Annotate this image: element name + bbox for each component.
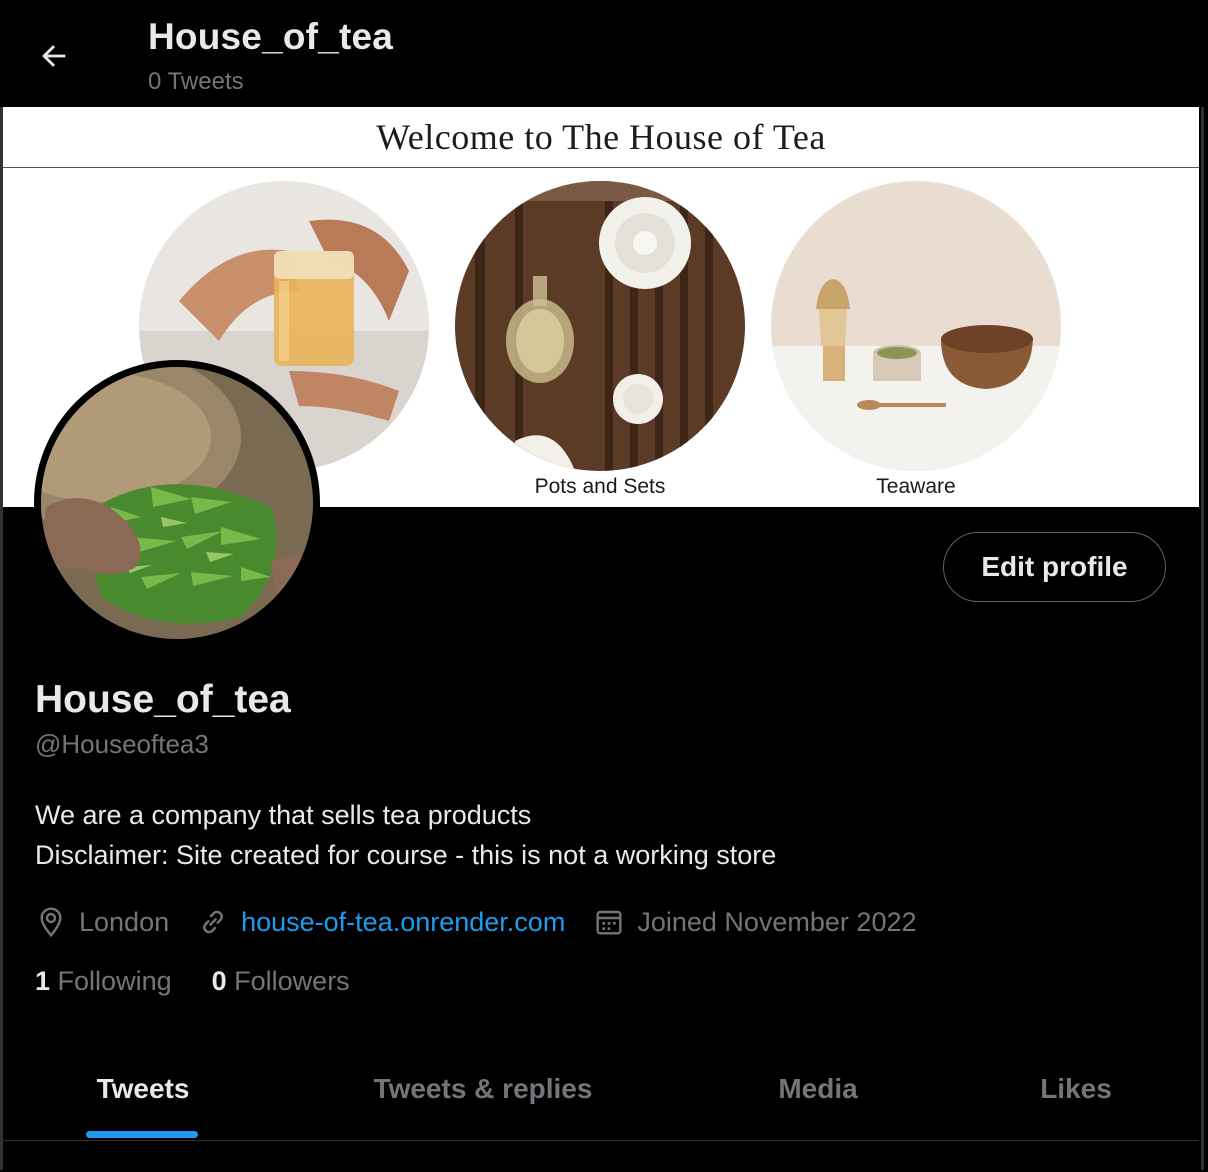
following-label: Following — [57, 966, 172, 996]
banner-label-pots-and-sets: Pots and Sets — [534, 475, 666, 498]
calendar-icon — [596, 910, 622, 935]
profile-bio-line-1: We are a company that sells tea products — [35, 800, 532, 830]
tab-tweets-and-replies[interactable]: Tweets & replies — [283, 1040, 683, 1138]
profile-tabs: Tweets Tweets & replies Media Likes — [3, 1040, 1199, 1141]
profile-bio-line-2: Disclaimer: Site created for course - th… — [35, 840, 777, 870]
profile-website-link[interactable]: house-of-tea.onrender.com — [241, 907, 565, 938]
tab-media[interactable]: Media — [683, 1040, 953, 1138]
edit-profile-button[interactable]: Edit profile — [943, 532, 1166, 602]
banner-label-teaware: Teaware — [876, 475, 956, 498]
following-link[interactable]: 1 Following — [35, 966, 172, 997]
profile-display-name: House_of_tea — [35, 678, 291, 721]
profile-location-text: London — [79, 906, 170, 937]
tab-tweets-label: Tweets — [96, 1073, 190, 1104]
banner-image-pots-and-sets — [455, 181, 745, 471]
location-pin-icon — [40, 907, 62, 938]
profile-handle: @Houseoftea3 — [35, 729, 209, 759]
link-icon — [203, 910, 224, 934]
followers-link[interactable]: 0 Followers — [212, 966, 350, 997]
tab-tweets-and-replies-label: Tweets & replies — [373, 1073, 593, 1104]
followers-count: 0 — [211, 966, 227, 996]
banner-image-teaware — [771, 181, 1061, 471]
followers-label: Followers — [234, 966, 350, 996]
banner-title-row: Welcome to The House of Tea — [3, 107, 1199, 168]
profile-location: London — [35, 906, 169, 938]
profile-follow-stats: 1 Following 0 Followers — [35, 966, 390, 997]
header-title: House_of_tea — [148, 16, 394, 57]
arrow-left-icon — [42, 45, 66, 67]
profile-header: House_of_tea 0 Tweets — [0, 0, 1204, 107]
back-button[interactable] — [28, 30, 80, 82]
tab-likes-label: Likes — [1040, 1073, 1112, 1104]
banner-title: Welcome to The House of Tea — [376, 117, 826, 157]
profile-website[interactable]: house-of-tea.onrender.com — [197, 906, 565, 938]
tab-likes[interactable]: Likes — [953, 1040, 1199, 1138]
profile-joined: Joined November 2022 — [593, 906, 917, 938]
tab-active-indicator — [86, 1131, 198, 1138]
profile-joined-text: Joined November 2022 — [637, 906, 917, 937]
following-count: 1 — [35, 966, 51, 996]
header-tweet-count: 0 Tweets — [148, 68, 244, 95]
tab-tweets[interactable]: Tweets — [3, 1040, 283, 1138]
tab-media-label: Media — [778, 1073, 858, 1104]
profile-meta-row: London house-of-tea.onrender.com Joined … — [35, 902, 945, 942]
profile-avatar[interactable] — [34, 360, 320, 646]
